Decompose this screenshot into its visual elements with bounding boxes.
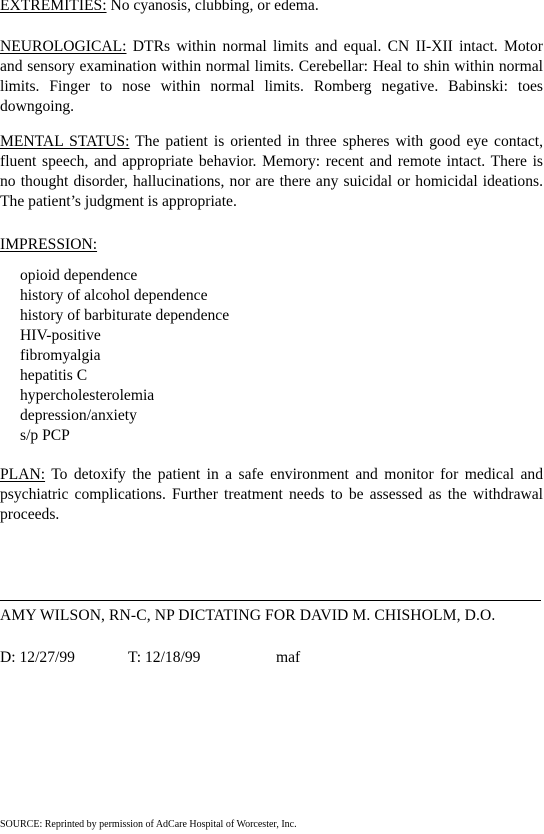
list-item: history of alcohol dependence [20,287,208,304]
dictated-date: D: 12/27/99 [0,649,75,666]
list-item: s/p PCP [20,427,70,444]
list-item: hepatitis C [20,367,88,384]
signature-name: AMY WILSON, RN-C, NP DICTATING FOR DAVID… [0,607,496,624]
extremities-heading: EXTREMITIES: [0,0,107,14]
extremities-text: No cyanosis, clubbing, or edema. [106,0,319,14]
plan-heading: PLAN: [0,466,46,483]
source-note: SOURCE: Reprinted by permission of AdCar… [0,819,297,830]
mental-status-heading: MENTAL STATUS: [0,133,130,150]
transcribed-date: T: 12/18/99 [128,649,201,666]
signature-line [0,600,541,601]
list-item: hypercholesterolemia [20,387,155,404]
list-item: history of barbiturate dependence [20,307,230,324]
impression-list: opioid dependence history of alcohol dep… [20,266,229,446]
list-item: HIV-positive [20,327,101,344]
impression-heading-row: IMPRESSION: [0,235,543,255]
plan-text: To detoxify the patient in a safe enviro… [0,466,543,523]
neurological-section: NEUROLOGICAL: DTRs within normal limits … [0,37,543,117]
list-item: depression/anxiety [20,407,137,424]
neurological-heading: NEUROLOGICAL: [0,38,127,55]
mental-status-section: MENTAL STATUS: The patient is oriented i… [0,132,543,212]
extremities-section: EXTREMITIES: No cyanosis, clubbing, or e… [0,0,543,16]
transcriptionist-initials: maf [276,649,301,666]
list-item: opioid dependence [20,267,138,284]
document-page: EXTREMITIES: No cyanosis, clubbing, or e… [0,0,544,834]
list-item: fibromyalgia [20,347,101,364]
impression-heading: IMPRESSION: [0,236,98,253]
plan-section: PLAN: To detoxify the patient in a safe … [0,465,543,525]
